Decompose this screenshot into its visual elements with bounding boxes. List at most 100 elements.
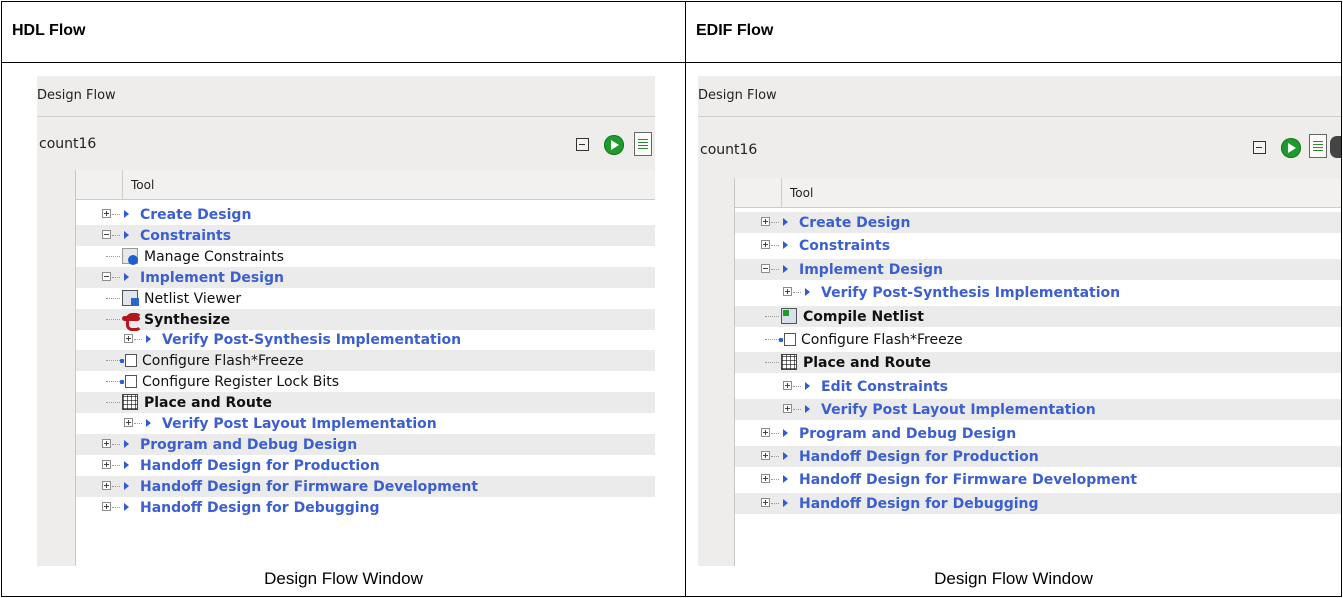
tree-row[interactable]: Verify Post-Synthesis Implementation: [76, 329, 655, 350]
expand-icon[interactable]: [761, 427, 770, 437]
expand-icon[interactable]: [102, 501, 111, 511]
category-label[interactable]: Verify Post-Synthesis Implementation: [821, 285, 1120, 301]
collapse-icon[interactable]: [102, 229, 111, 239]
report-icon[interactable]: [634, 132, 652, 156]
tool-tree: Tool Create Design Constraints Implement D…: [734, 178, 1341, 566]
collapse-icon[interactable]: [761, 263, 770, 273]
tree-row[interactable]: Constraints: [76, 224, 655, 246]
tool-label[interactable]: Place and Route: [803, 355, 931, 371]
tree-row[interactable]: Implement Design: [76, 266, 655, 288]
tree-row[interactable]: Handoff Design for Production: [76, 455, 655, 476]
tree-row[interactable]: Configure Flash*Freeze: [735, 329, 1341, 350]
configure-icon: [784, 333, 796, 346]
tool-column-header[interactable]: Tool: [790, 186, 813, 200]
tool-tree: Tool Create Design Constraints Manage Cons…: [75, 170, 655, 566]
category-label[interactable]: Constraints: [799, 238, 890, 254]
expand-icon[interactable]: [761, 497, 770, 507]
synthesize-icon: [122, 312, 142, 331]
tree-connector: [112, 234, 120, 236]
tool-label[interactable]: Configure Flash*Freeze: [801, 332, 963, 348]
tree-row[interactable]: Handoff Design for Firmware Development: [76, 475, 655, 497]
expand-icon[interactable]: [124, 334, 133, 344]
tree-row[interactable]: Place and Route: [735, 352, 1341, 374]
tree-row[interactable]: Handoff Design for Debugging: [76, 497, 655, 518]
tree-row[interactable]: Verify Post Layout Implementation: [735, 399, 1341, 421]
expand-icon[interactable]: [761, 451, 770, 460]
tool-label[interactable]: Compile Netlist: [803, 309, 924, 325]
expand-icon[interactable]: [124, 418, 133, 427]
tool-label[interactable]: Place and Route: [144, 395, 272, 411]
category-arrow-icon: [783, 264, 788, 273]
tree-connector: [765, 339, 779, 340]
tool-label[interactable]: Configure Flash*Freeze: [142, 353, 304, 369]
tree-row[interactable]: Place and Route: [76, 392, 655, 414]
category-label[interactable]: Handoff Design for Production: [140, 458, 380, 474]
category-label[interactable]: Edit Constraints: [821, 379, 948, 395]
collapse-icon[interactable]: [102, 271, 111, 281]
tool-label[interactable]: Netlist Viewer: [144, 291, 241, 307]
expand-icon[interactable]: [761, 240, 770, 250]
place-route-icon: [122, 394, 138, 411]
category-label[interactable]: Create Design: [799, 215, 910, 231]
category-label[interactable]: Verify Post Layout Implementation: [821, 402, 1096, 418]
expand-icon[interactable]: [761, 474, 770, 484]
design-name: count16: [39, 136, 97, 152]
category-label[interactable]: Handoff Design for Debugging: [140, 500, 380, 516]
run-icon[interactable]: [1281, 138, 1301, 158]
tree-row[interactable]: Synthesize: [76, 308, 655, 331]
category-label[interactable]: Program and Debug Design: [140, 437, 357, 453]
tool-label[interactable]: Manage Constraints: [144, 249, 284, 265]
category-label[interactable]: Create Design: [140, 207, 251, 223]
category-arrow-icon: [124, 272, 129, 281]
expand-icon[interactable]: [783, 380, 792, 390]
options-icon[interactable]: [1330, 136, 1341, 158]
tool-label[interactable]: Configure Register Lock Bits: [142, 374, 339, 390]
tree-row[interactable]: Create Design: [735, 212, 1341, 233]
collapse-icon[interactable]: [1253, 141, 1266, 154]
category-label[interactable]: Verify Post Layout Implementation: [162, 416, 437, 432]
tree-row[interactable]: Handoff Design for Production: [735, 446, 1341, 467]
tree-row[interactable]: Implement Design: [735, 258, 1341, 280]
tree-row[interactable]: Constraints: [735, 235, 1341, 256]
category-label[interactable]: Handoff Design for Firmware Development: [799, 472, 1137, 488]
category-label[interactable]: Verify Post-Synthesis Implementation: [162, 332, 461, 348]
tree-column-header: Tool: [735, 178, 1341, 208]
tree-row[interactable]: Handoff Design for Debugging: [735, 492, 1341, 514]
tree-row[interactable]: Configure Register Lock Bits: [76, 371, 655, 392]
tree-row[interactable]: Program and Debug Design: [76, 433, 655, 455]
category-label[interactable]: Program and Debug Design: [799, 426, 1016, 442]
category-arrow-icon: [783, 428, 788, 437]
expand-icon[interactable]: [761, 217, 770, 226]
category-label[interactable]: Handoff Design for Production: [799, 449, 1039, 465]
category-label[interactable]: Implement Design: [140, 270, 284, 286]
expand-icon[interactable]: [102, 480, 111, 490]
expand-icon[interactable]: [783, 287, 792, 297]
category-label[interactable]: Handoff Design for Firmware Development: [140, 479, 478, 495]
tree-row[interactable]: Verify Post Layout Implementation: [76, 413, 655, 434]
tree-row[interactable]: Create Design: [76, 204, 655, 225]
tree-row[interactable]: Netlist Viewer: [76, 288, 655, 309]
expand-icon[interactable]: [102, 209, 111, 218]
expand-icon[interactable]: [102, 459, 111, 469]
tree-row[interactable]: Manage Constraints: [76, 246, 655, 267]
tree-row[interactable]: Handoff Design for Firmware Development: [735, 469, 1341, 490]
run-icon[interactable]: [604, 135, 624, 155]
collapse-icon[interactable]: [576, 138, 589, 151]
category-label[interactable]: Implement Design: [799, 262, 943, 278]
expand-icon[interactable]: [783, 404, 792, 414]
tree-connector: [106, 360, 120, 362]
tree-row[interactable]: Edit Constraints: [735, 376, 1341, 397]
tree-row[interactable]: Compile Netlist: [735, 305, 1341, 327]
tree-row[interactable]: Program and Debug Design: [735, 423, 1341, 444]
report-icon[interactable]: [1309, 134, 1327, 158]
category-arrow-icon: [783, 498, 788, 507]
tree-connector: [112, 485, 120, 487]
category-label[interactable]: Constraints: [140, 228, 231, 244]
expand-icon[interactable]: [102, 438, 111, 448]
tool-label[interactable]: Synthesize: [144, 312, 230, 328]
category-arrow-icon: [124, 502, 129, 511]
category-label[interactable]: Handoff Design for Debugging: [799, 496, 1039, 512]
tree-row[interactable]: Verify Post-Synthesis Implementation: [735, 282, 1341, 303]
tool-column-header[interactable]: Tool: [131, 178, 154, 192]
tree-row[interactable]: Configure Flash*Freeze: [76, 350, 655, 372]
